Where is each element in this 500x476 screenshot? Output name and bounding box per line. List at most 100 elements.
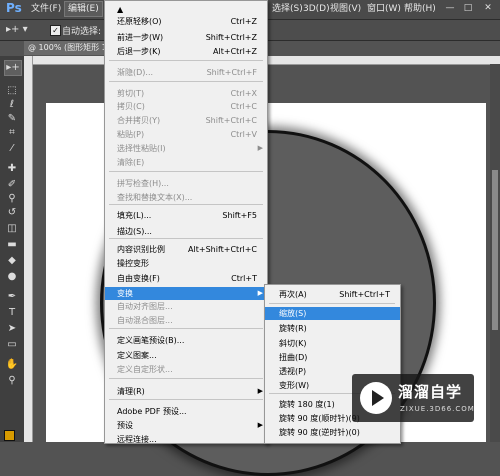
edit-menu-item: 选择性粘贴(I) ▶: [105, 142, 267, 155]
transform-menu-item[interactable]: 缩放(S): [265, 307, 400, 320]
edit-menu-item[interactable]: 变换 ▶: [105, 287, 267, 300]
document-tab[interactable]: @ 100% (图形矩形 1: [24, 41, 111, 55]
zoom-tool-icon[interactable]: ⚲: [4, 374, 20, 388]
menu-item-shortcut: Ctrl+T: [231, 274, 257, 283]
watermark-title: 溜溜自学: [398, 383, 463, 401]
menu-item-shortcut: Shift+Ctrl+C: [205, 116, 257, 125]
close-icon[interactable]: ✕: [482, 3, 494, 14]
menu-item-label: 旋转 180 度(1): [279, 400, 335, 409]
submenu-arrow-icon: ▶: [257, 144, 263, 152]
menu-separator: [109, 81, 263, 82]
menu-item-label: 定义图案...: [117, 351, 157, 360]
menu-item-shortcut: Alt+Shift+Ctrl+C: [188, 245, 257, 254]
pen-tool-icon[interactable]: ✒: [4, 290, 20, 304]
foreground-color-swatch[interactable]: [4, 430, 15, 441]
menu-item-shortcut: Shift+F5: [222, 211, 257, 220]
blur-tool-icon[interactable]: ◆: [4, 254, 20, 268]
menu-separator: [109, 204, 263, 205]
edit-menu-item[interactable]: 前进一步(W) Shift+Ctrl+Z: [105, 31, 267, 44]
edit-menu-item[interactable]: Adobe PDF 预设...: [105, 405, 267, 418]
edit-menu-item[interactable]: 定义图案...: [105, 349, 267, 362]
menu-item-label: 填充(L)...: [117, 211, 152, 220]
menu-item-shortcut: Shift+Ctrl+T: [339, 290, 390, 299]
menu-item-label: 缩放(S): [279, 309, 307, 318]
edit-menu-item[interactable]: 自由变换(F) Ctrl+T: [105, 272, 267, 285]
menu-item-label: 选择性粘贴(I): [117, 144, 166, 153]
transform-menu-item[interactable]: 扭曲(D): [265, 351, 400, 364]
menu-item-label: 操控变形: [117, 259, 149, 268]
quick-select-icon[interactable]: ✎: [4, 112, 20, 126]
dodge-tool-icon[interactable]: ●: [4, 270, 20, 284]
edit-menu-item[interactable]: 操控变形: [105, 257, 267, 270]
history-brush-icon[interactable]: ↺: [4, 206, 20, 220]
menu-file[interactable]: 文件(F): [28, 2, 64, 16]
type-tool-icon[interactable]: T: [4, 306, 20, 320]
transform-menu-item[interactable]: 旋转(R): [265, 322, 400, 335]
menu-item-label: 渐隐(D)...: [117, 68, 154, 77]
crop-tool-icon[interactable]: ⌗: [4, 126, 20, 140]
menu-item-label: 自动混合图层...: [117, 316, 173, 325]
eyedropper-icon[interactable]: ⁄: [4, 142, 20, 156]
move-tool-icon[interactable]: ▸+: [4, 60, 22, 76]
menu-separator: [109, 378, 263, 379]
scrollbar-thumb[interactable]: [492, 170, 498, 330]
menu-window[interactable]: 窗口(W): [364, 2, 404, 16]
submenu-arrow-icon: ▶: [257, 289, 263, 297]
menu-item-label: 前进一步(W): [117, 33, 164, 42]
clone-stamp-icon[interactable]: ⚲: [4, 192, 20, 206]
menu-separator: [109, 238, 263, 239]
edit-menu-item[interactable]: 远程连接...: [105, 433, 267, 446]
gradient-tool-icon[interactable]: ▬: [4, 238, 20, 252]
marquee-tool-icon[interactable]: ⬚: [4, 84, 20, 98]
edit-menu-item[interactable]: 后退一步(K) Alt+Ctrl+Z: [105, 45, 267, 58]
menu-item-label: 定义画笔预设(B)...: [117, 336, 185, 345]
move-tool-preset-icon[interactable]: ▸+ ▾: [6, 24, 28, 35]
transform-menu-item[interactable]: 斜切(K): [265, 337, 400, 350]
healing-brush-icon[interactable]: ✚: [4, 162, 20, 176]
menu-edit[interactable]: 编辑(E): [64, 1, 103, 17]
path-select-icon[interactable]: ➤: [4, 322, 20, 336]
lasso-tool-icon[interactable]: ℓ: [4, 98, 20, 112]
shape-tool-icon[interactable]: ▭: [4, 338, 20, 352]
menu-item-label: 后退一步(K): [117, 47, 161, 56]
hand-tool-icon[interactable]: ✋: [4, 358, 20, 372]
menu-item-label: 清除(E): [117, 158, 145, 167]
edit-menu-item[interactable]: 内容识别比例 Alt+Shift+Ctrl+C: [105, 243, 267, 256]
menu-item-label: 自动对齐图层...: [117, 302, 173, 311]
menu-item-label: 合并拷贝(Y): [117, 116, 161, 125]
minimize-icon[interactable]: —: [444, 3, 456, 14]
edit-menu-item: 渐隐(D)... Shift+Ctrl+F: [105, 66, 267, 79]
auto-select-checkbox[interactable]: ✓: [50, 25, 61, 36]
transform-menu-item[interactable]: 旋转 90 度(逆时针)(0): [265, 426, 400, 439]
edit-menu-item: 清除(E): [105, 156, 267, 169]
watermark-url: ZIXUE.3D66.COM: [400, 405, 475, 413]
edit-menu-item[interactable]: 预设 ▶: [105, 419, 267, 432]
edit-menu-item: 拷贝(C) Ctrl+C: [105, 100, 267, 113]
menu-view[interactable]: 视图(V): [327, 2, 364, 16]
transform-menu-item[interactable]: 再次(A) Shift+Ctrl+T: [265, 288, 400, 301]
menu-item-label: 变形(W): [279, 381, 310, 390]
eraser-icon[interactable]: ◫: [4, 222, 20, 236]
brush-tool-icon[interactable]: ✐: [4, 178, 20, 192]
menu-item-label: 粘贴(P): [117, 130, 145, 139]
edit-menu-item: 合并拷贝(Y) Shift+Ctrl+C: [105, 114, 267, 127]
edit-menu-item[interactable]: 描边(S)...: [105, 225, 267, 238]
edit-menu-item[interactable]: 定义画笔预设(B)...: [105, 334, 267, 347]
menu-item-label: 远程连接...: [117, 435, 157, 444]
play-icon: [372, 390, 384, 406]
edit-menu-item[interactable]: 填充(L)... Shift+F5: [105, 209, 267, 222]
menu-item-label: 再次(A): [279, 290, 307, 299]
menu-item-label: 自由变换(F): [117, 274, 160, 283]
maximize-icon[interactable]: □: [462, 3, 474, 14]
menu-item-label: 描边(S)...: [117, 227, 152, 236]
menu-item-label: 预设: [117, 421, 133, 430]
menu-item-shortcut: Ctrl+X: [230, 89, 257, 98]
menu-item-shortcut: Alt+Ctrl+Z: [213, 47, 257, 56]
menu-separator: [109, 171, 263, 172]
menu-help[interactable]: 帮助(H): [401, 2, 439, 16]
menu-item-label: 斜切(K): [279, 339, 307, 348]
edit-menu-item: 自动混合图层...: [105, 314, 267, 327]
edit-menu-item[interactable]: 还原轻移(O) Ctrl+Z: [105, 15, 267, 28]
menu-item-label: 还原轻移(O): [117, 17, 162, 26]
edit-menu-item[interactable]: 清理(R) ▶: [105, 385, 267, 398]
